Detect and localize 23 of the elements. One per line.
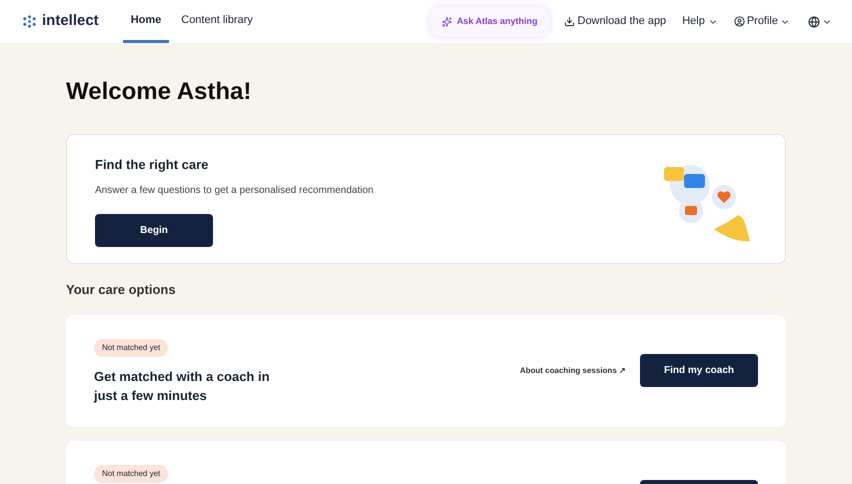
sparkle-icon bbox=[442, 16, 452, 26]
help-menu[interactable]: Help bbox=[682, 13, 718, 30]
download-icon bbox=[564, 16, 574, 27]
card-subtitle: Answer a few questions to get a personalised recommendation bbox=[95, 184, 374, 198]
nav-tab[interactable]: Home bbox=[122, 0, 170, 43]
logo-icon bbox=[22, 14, 37, 29]
logo-text: intellect bbox=[42, 11, 99, 32]
option-title: Get matched with a coach in just a few minutes bbox=[94, 368, 271, 404]
section-heading: Your care options bbox=[66, 281, 177, 299]
ask-atlas-button[interactable]: Ask Atlas anything bbox=[430, 6, 550, 36]
status-badge: Not matched yet bbox=[94, 338, 168, 356]
begin-button[interactable]: Begin bbox=[95, 214, 213, 246]
nav-tab[interactable]: Content library bbox=[173, 0, 261, 43]
card-title: Find the right care bbox=[95, 156, 210, 174]
welcome-heading: Welcome Astha! bbox=[66, 77, 252, 107]
download-link[interactable]: Download the app bbox=[564, 13, 666, 30]
find-coach-button[interactable]: Find my coach bbox=[640, 354, 758, 386]
user-icon bbox=[734, 16, 745, 27]
about-link[interactable]: About coaching sessions ↗ bbox=[520, 364, 626, 426]
language-menu[interactable] bbox=[808, 16, 832, 28]
status-badge: Not matched yet bbox=[94, 464, 168, 482]
profile-menu[interactable]: Profile bbox=[734, 13, 790, 30]
globe-icon bbox=[808, 16, 820, 28]
